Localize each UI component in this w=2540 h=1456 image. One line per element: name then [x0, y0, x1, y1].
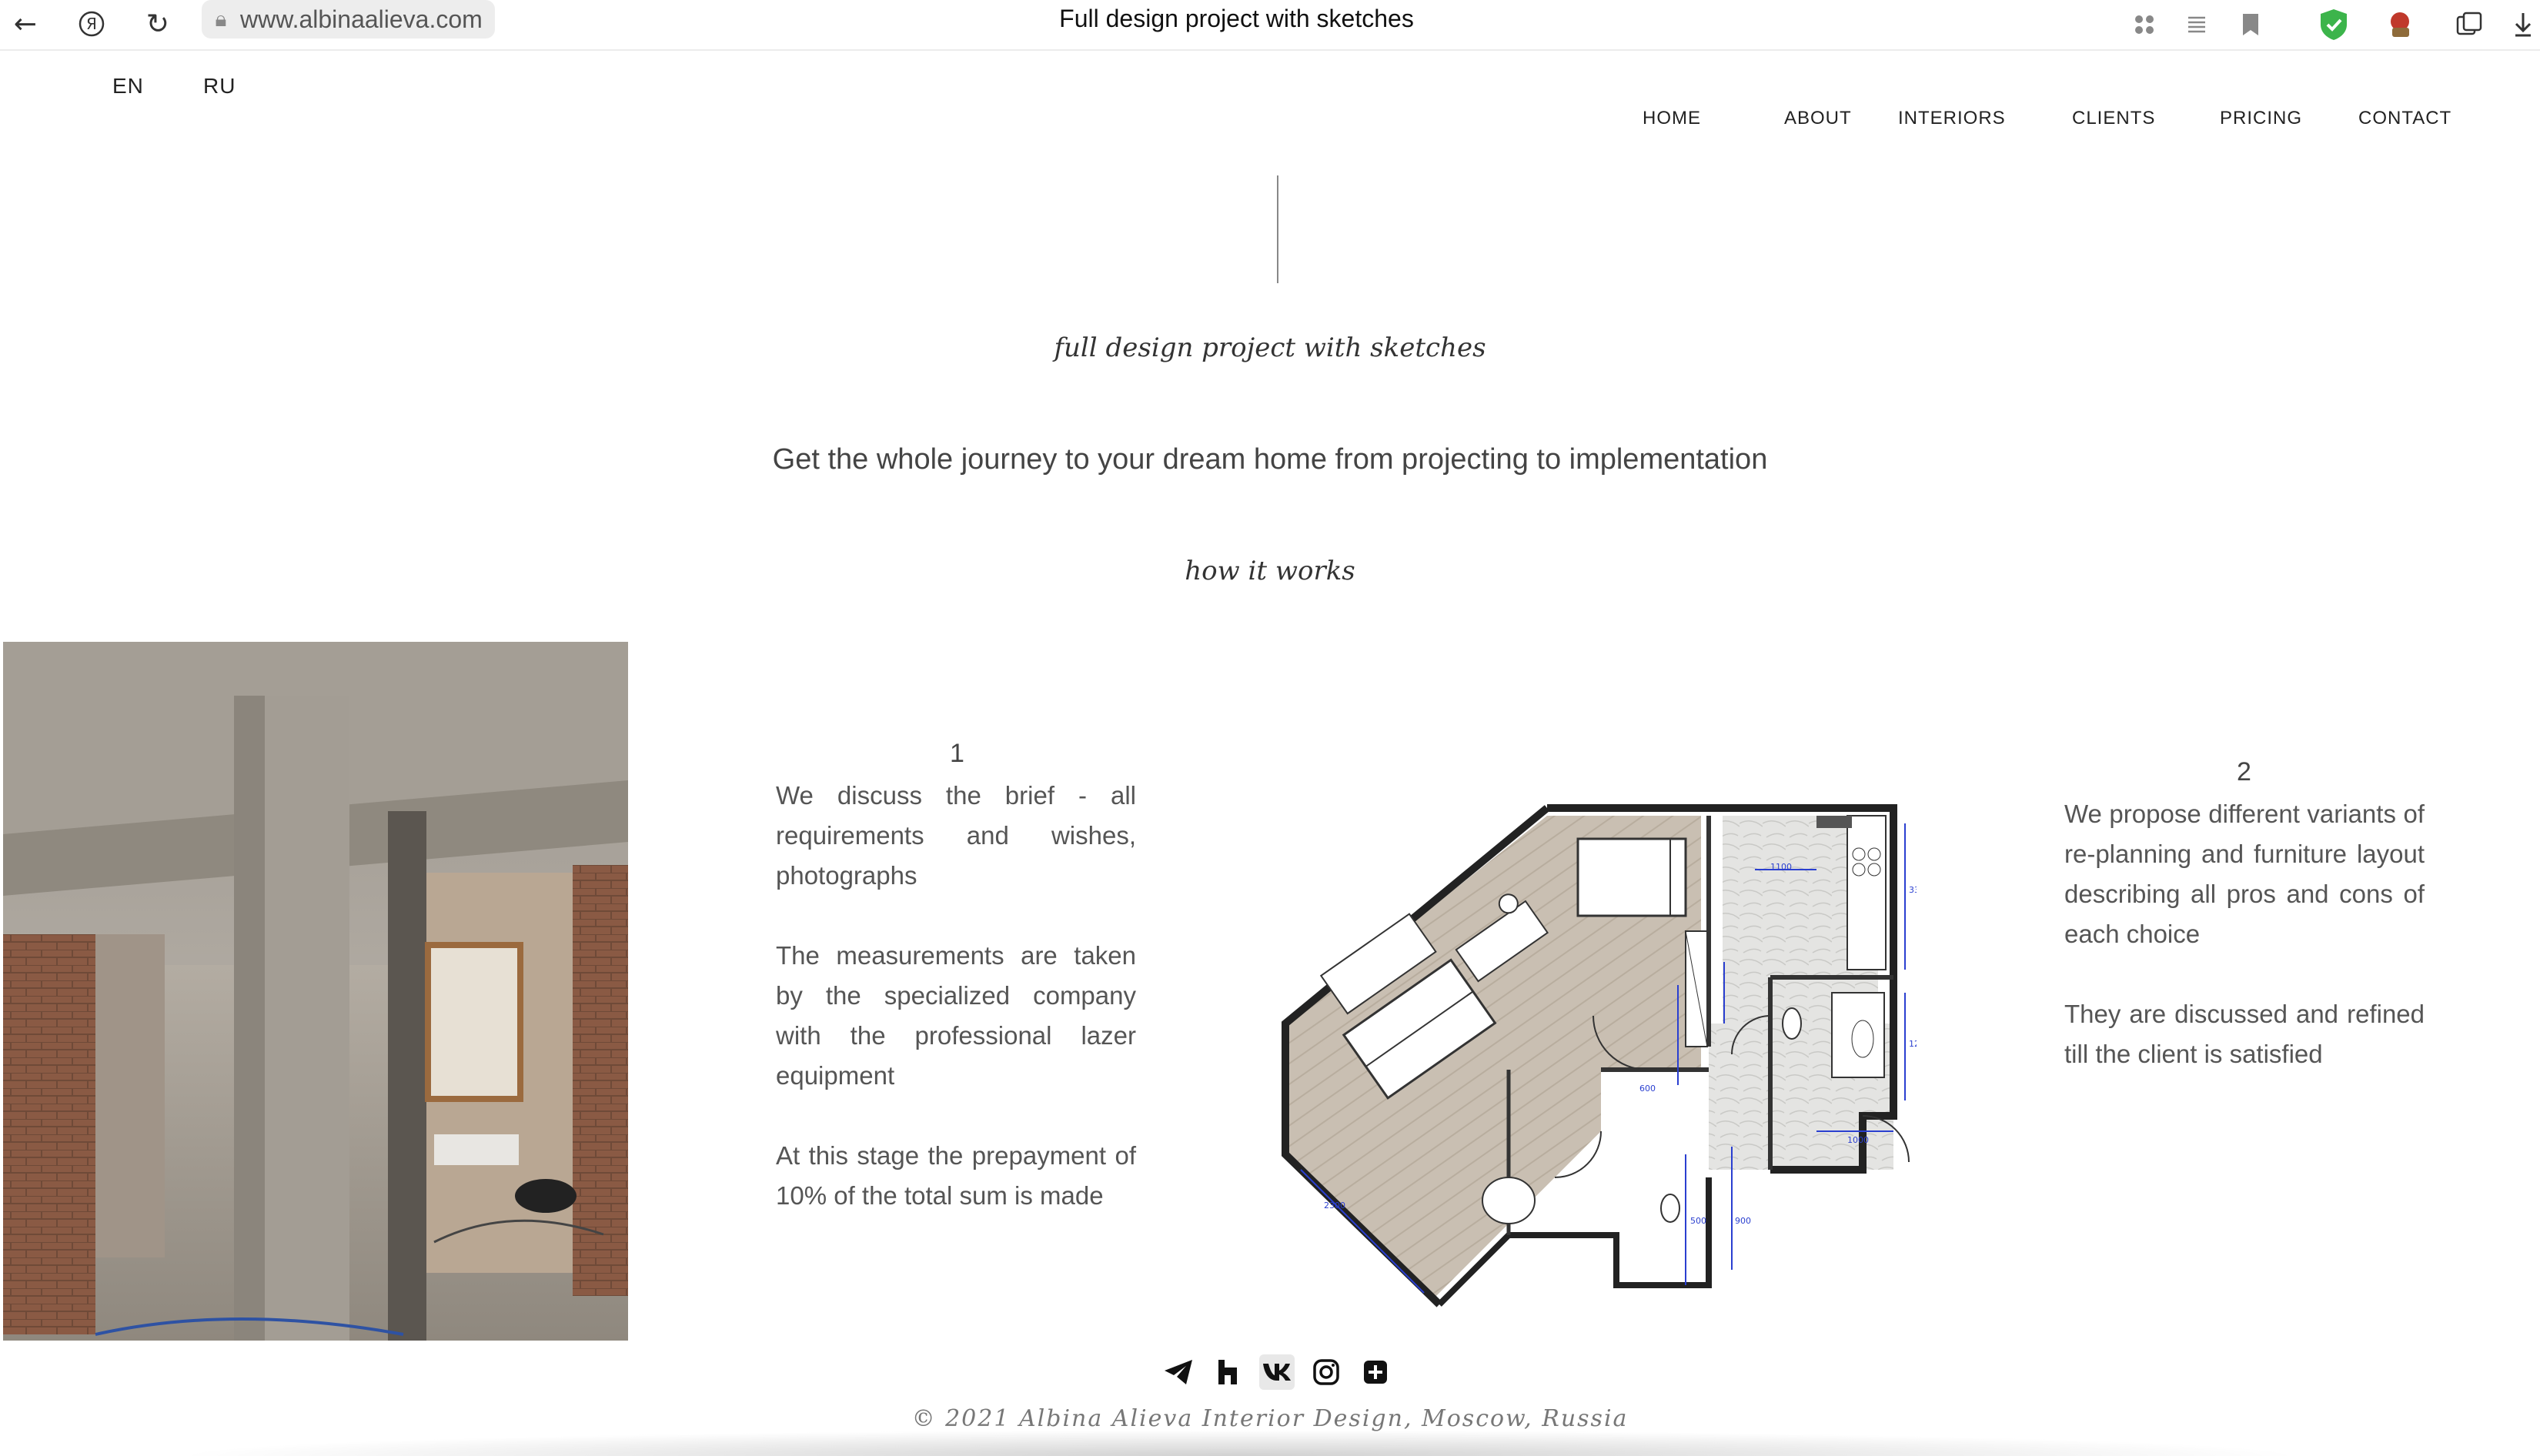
- nav-clients[interactable]: CLIENTS: [2072, 108, 2155, 129]
- decorative-divider: [1277, 175, 1278, 283]
- step-1-number: 1: [950, 739, 964, 768]
- instagram-icon[interactable]: [1308, 1354, 1344, 1390]
- tabs-icon[interactable]: [2449, 5, 2489, 45]
- browser-toolbar: ← Я ↻ 🔒︎ www.albinaalieva.com Full desig…: [0, 0, 2540, 51]
- lang-ru[interactable]: RU: [203, 74, 236, 99]
- copyright: © 2021 Albina Alieva Interior Design, Mo…: [911, 1405, 1629, 1432]
- svg-text:2300: 2300: [1324, 1201, 1345, 1211]
- telegram-icon[interactable]: [1161, 1354, 1196, 1390]
- floor-plan-sketch: 3300 1200 1000 1100 600 2300 500 900: [1278, 793, 1930, 1308]
- svg-text:600: 600: [1639, 1084, 1656, 1094]
- back-arrow-icon[interactable]: ←: [8, 6, 43, 42]
- reader-icon[interactable]: [2177, 5, 2217, 45]
- yandex-icon[interactable]: Я: [74, 6, 109, 42]
- nav-home[interactable]: HOME: [1643, 108, 1701, 129]
- nav-pricing[interactable]: PRICING: [2220, 108, 2302, 129]
- footer-shadow: [169, 1430, 2309, 1456]
- svg-text:Я: Я: [86, 15, 97, 33]
- step-2-paragraph: They are discussed and refined till the …: [2064, 1000, 2425, 1068]
- bookmark-icon[interactable]: [2231, 5, 2271, 45]
- nav-interiors[interactable]: INTERIORS: [1898, 108, 2006, 129]
- address-bar[interactable]: 🔒︎ www.albinaalieva.com: [202, 0, 495, 38]
- reload-icon[interactable]: ↻: [140, 6, 175, 42]
- section-title: full design project with sketches: [1054, 332, 1486, 363]
- step-2-text: We propose different variants of re-plan…: [2064, 794, 2425, 1114]
- svg-text:3300: 3300: [1909, 885, 1917, 895]
- plus-square-icon[interactable]: [1358, 1354, 1393, 1390]
- interior-photo: [3, 642, 628, 1341]
- shield-icon[interactable]: [2314, 5, 2354, 45]
- svg-text:1000: 1000: [1847, 1135, 1869, 1145]
- url-text: www.albinaalieva.com: [240, 5, 483, 33]
- step-1-paragraph: We discuss the brief - all requirements …: [776, 781, 1136, 890]
- page-title: Full design project with sketches: [1059, 5, 1414, 32]
- download-icon[interactable]: [2508, 5, 2538, 45]
- apps-grid-icon[interactable]: [2124, 5, 2164, 45]
- svg-text:1200: 1200: [1909, 1039, 1917, 1049]
- step-1-paragraph: The measurements are taken by the specia…: [776, 941, 1136, 1090]
- nav-contact[interactable]: CONTACT: [2358, 108, 2451, 129]
- lock-icon: 🔒︎: [215, 6, 227, 32]
- lang-en[interactable]: EN: [112, 74, 144, 99]
- nav-about[interactable]: ABOUT: [1784, 108, 1852, 129]
- section-subtitle: Get the whole journey to your dream home…: [772, 443, 1768, 476]
- svg-text:1100: 1100: [1770, 862, 1792, 872]
- extension-icon[interactable]: [2380, 5, 2420, 45]
- step-1-text: We discuss the brief - all requirements …: [776, 776, 1136, 1256]
- svg-text:500: 500: [1690, 1216, 1706, 1226]
- vk-icon[interactable]: [1259, 1354, 1295, 1390]
- social-links: [1161, 1354, 1393, 1390]
- step-2-paragraph: We propose different variants of re-plan…: [2064, 800, 2425, 948]
- houzz-icon[interactable]: [1210, 1354, 1245, 1390]
- step-1-paragraph: At this stage the prepayment of 10% of t…: [776, 1141, 1136, 1210]
- svg-text:900: 900: [1735, 1216, 1751, 1226]
- how-it-works-heading: how it works: [1185, 556, 1355, 586]
- step-2-number: 2: [2237, 757, 2251, 786]
